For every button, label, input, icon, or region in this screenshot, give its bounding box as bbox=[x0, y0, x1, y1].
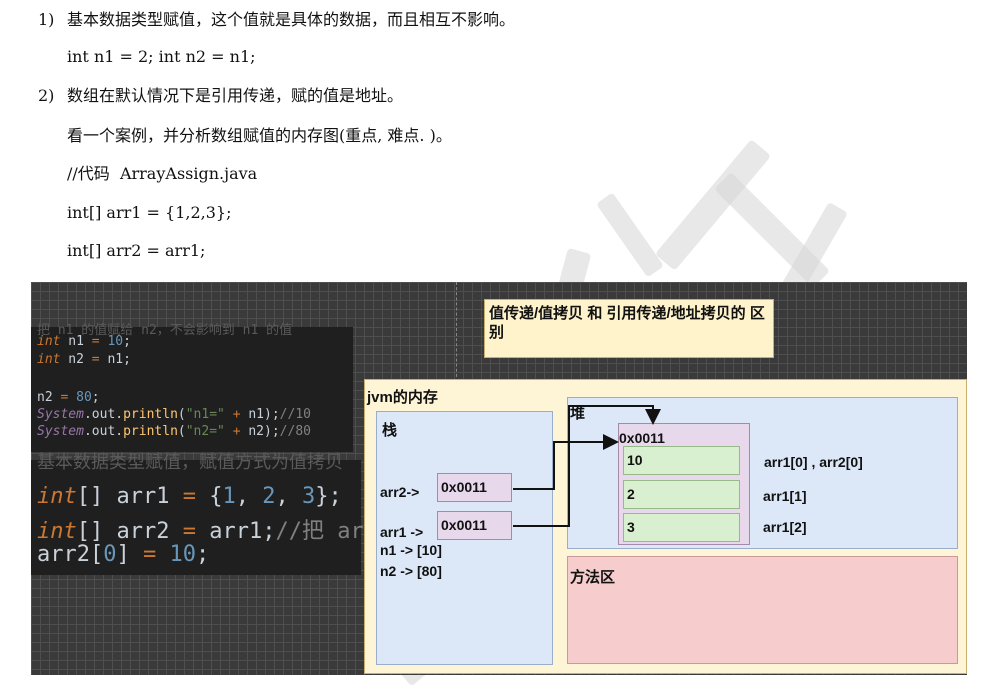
item2-code-line1: int[] arr1 = {1,2,3}; bbox=[67, 203, 232, 222]
memory-diagram: 把 n1 的值赋给 n2，不会影响到 n1 的值 int n1 = 10; in… bbox=[31, 282, 967, 675]
item1-number: 1) bbox=[38, 10, 55, 29]
item1-code: int n1 = 2; int n2 = n1; bbox=[67, 47, 256, 66]
reference-arrows bbox=[513, 405, 661, 527]
item2-case: 看一个案例，并分析数组赋值的内存图(重点, 难点. )。 bbox=[67, 126, 452, 145]
arrow-arr2-to-heap bbox=[513, 434, 619, 490]
item2-text: 数组在默认情况下是引用传递，赋的值是地址。 bbox=[67, 86, 404, 105]
arrow-arr1-to-heap bbox=[513, 405, 661, 527]
item2-comment: //代码 ArrayAssign.java bbox=[67, 164, 258, 183]
item1-text: 基本数据类型赋值，这个值就是具体的数据，而且相互不影响。 bbox=[67, 10, 516, 29]
item2-number: 2) bbox=[38, 86, 55, 105]
item2-code-line2: int[] arr2 = arr1; bbox=[67, 241, 206, 260]
